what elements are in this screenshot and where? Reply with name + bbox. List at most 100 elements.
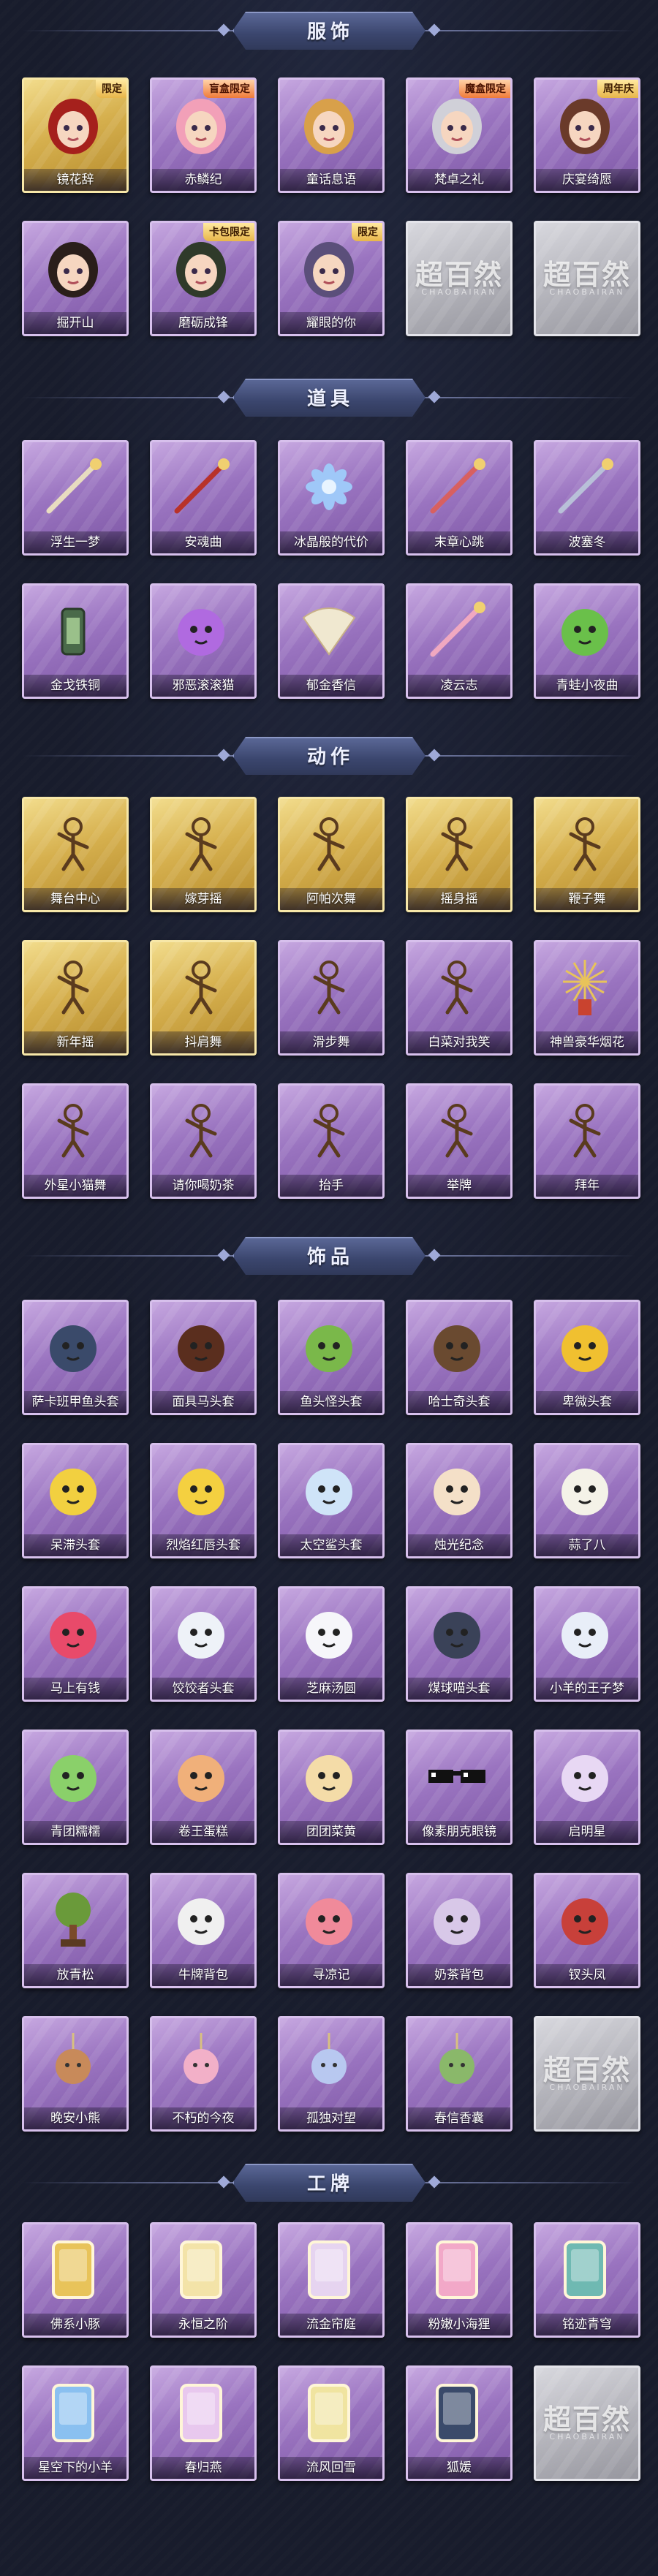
frog-icon xyxy=(551,596,619,664)
item-card[interactable]: 举牌 xyxy=(406,1083,513,1199)
item-card[interactable]: 团团菜黄 xyxy=(278,1730,385,1845)
item-card[interactable]: 春信香囊 xyxy=(406,2016,513,2132)
item-card[interactable]: 饺饺者头套 xyxy=(150,1586,257,1702)
item-card[interactable]: 请你喝奶茶 xyxy=(150,1083,257,1199)
item-card[interactable]: 钗头凤 xyxy=(534,1873,640,1988)
item-name: 波塞冬 xyxy=(536,531,638,553)
item-card[interactable]: 金戈铁铜 xyxy=(22,583,129,699)
item-card[interactable]: 马上有钱 xyxy=(22,1586,129,1702)
item-card[interactable]: 狐媛 xyxy=(406,2365,513,2481)
item-card[interactable]: 煤球喵头套 xyxy=(406,1586,513,1702)
item-card[interactable]: 芝麻汤圆 xyxy=(278,1586,385,1702)
firework-icon xyxy=(551,952,619,1021)
item-card[interactable]: 牛牌背包 xyxy=(150,1873,257,1988)
item-card[interactable]: 春归燕 xyxy=(150,2365,257,2481)
item-card[interactable]: 白菜对我笑 xyxy=(406,940,513,1056)
item-card[interactable]: 佛系小豚 xyxy=(22,2222,129,2338)
item-name: 佛系小豚 xyxy=(24,2314,126,2336)
item-card[interactable]: 卑微头套 xyxy=(534,1300,640,1415)
item-card[interactable]: 庆宴绮愿 周年庆 xyxy=(534,77,640,193)
item-name: 安魂曲 xyxy=(152,531,254,553)
item-card[interactable]: 邪恶滚滚猫 xyxy=(150,583,257,699)
placeholder-logo: 超百然 xyxy=(542,258,631,291)
item-card[interactable]: 寻凉记 xyxy=(278,1873,385,1988)
item-card[interactable]: 铭迹青穹 xyxy=(534,2222,640,2338)
item-card[interactable]: 烈焰红唇头套 xyxy=(150,1443,257,1558)
item-card[interactable]: 摇身摇 xyxy=(406,797,513,912)
item-card[interactable]: 哈士奇头套 xyxy=(406,1300,513,1415)
item-name: 永恒之阶 xyxy=(152,2314,254,2336)
item-card[interactable]: 冰晶般的代价 xyxy=(278,440,385,556)
item-card[interactable]: 鱼头怪头套 xyxy=(278,1300,385,1415)
item-card[interactable]: 流风回雪 xyxy=(278,2365,385,2481)
item-card[interactable]: 小羊的王子梦 xyxy=(534,1586,640,1702)
badge-frame-icon xyxy=(295,2235,363,2303)
item-card[interactable]: 掘开山 xyxy=(22,221,129,336)
section-title: 服饰 xyxy=(306,21,354,43)
item-card[interactable]: 浮生一梦 xyxy=(22,440,129,556)
item-card[interactable]: 耀眼的你 限定 xyxy=(278,221,385,336)
item-card[interactable]: 青团糯糯 xyxy=(22,1730,129,1845)
item-card[interactable]: 启明星 xyxy=(534,1730,640,1845)
purple-cat-icon xyxy=(167,596,235,664)
wand-icon xyxy=(423,452,491,521)
item-card[interactable]: 抖肩舞 xyxy=(150,940,257,1056)
item-name: 奶茶背包 xyxy=(408,1964,510,1986)
item-card[interactable]: 粉嫩小海狸 xyxy=(406,2222,513,2338)
item-card[interactable]: 奶茶背包 xyxy=(406,1873,513,1988)
item-card[interactable]: 赤鳞纪 盲盒限定 xyxy=(150,77,257,193)
item-card[interactable]: 磨砺成锋 卡包限定 xyxy=(150,221,257,336)
item-card[interactable]: 像素朋克眼镜 xyxy=(406,1730,513,1845)
item-card[interactable]: 烛光纪念 xyxy=(406,1443,513,1558)
item-card[interactable]: 安魂曲 xyxy=(150,440,257,556)
placeholder-logo: 超百然 xyxy=(542,2053,631,2086)
item-card[interactable]: 流金帘庭 xyxy=(278,2222,385,2338)
item-name: 梵卓之礼 xyxy=(408,169,510,191)
item-card[interactable]: 童话息语 xyxy=(278,77,385,193)
item-card[interactable]: 外星小猫舞 xyxy=(22,1083,129,1199)
pink-charm-icon xyxy=(167,2028,235,2097)
item-card[interactable]: 郁金香信 xyxy=(278,583,385,699)
item-name: 狐媛 xyxy=(408,2457,510,2479)
item-name: 赤鳞纪 xyxy=(152,169,254,191)
item-card[interactable]: 不朽的今夜 xyxy=(150,2016,257,2132)
item-card[interactable]: 呆滞头套 xyxy=(22,1443,129,1558)
placeholder-card: 超百然 CHAOBAIRAN xyxy=(534,2365,640,2481)
item-card[interactable]: 梵卓之礼 魔盒限定 xyxy=(406,77,513,193)
vampire-costume xyxy=(423,90,491,159)
item-card[interactable]: 舞台中心 xyxy=(22,797,129,912)
item-card[interactable]: 永恒之阶 xyxy=(150,2222,257,2338)
dazed-emoji-icon xyxy=(39,1455,107,1524)
diamond-ornament-icon xyxy=(428,390,441,404)
item-card[interactable]: 嫁芽摇 xyxy=(150,797,257,912)
item-card[interactable]: 阿帕次舞 xyxy=(278,797,385,912)
item-card[interactable]: 神兽豪华烟花 xyxy=(534,940,640,1056)
item-name: 面具马头套 xyxy=(152,1391,254,1413)
item-card[interactable]: 波塞冬 xyxy=(534,440,640,556)
item-card[interactable]: 萨卡班甲鱼头套 xyxy=(22,1300,129,1415)
item-card[interactable]: 新年摇 xyxy=(22,940,129,1056)
item-card[interactable]: 鞭子舞 xyxy=(534,797,640,912)
item-card[interactable]: 面具马头套 xyxy=(150,1300,257,1415)
feast-costume xyxy=(551,90,619,159)
item-card[interactable]: 卷王蛋糕 xyxy=(150,1730,257,1845)
item-name: 晚安小熊 xyxy=(24,2107,126,2129)
item-card[interactable]: 蒜了八 xyxy=(534,1443,640,1558)
item-card[interactable]: 太空鲨头套 xyxy=(278,1443,385,1558)
item-card[interactable]: 凌云志 xyxy=(406,583,513,699)
section-title-banner: 工牌 xyxy=(232,2164,426,2202)
placeholder-subtitle: CHAOBAIRAN xyxy=(421,287,497,297)
item-card[interactable]: 抬手 xyxy=(278,1083,385,1199)
item-card[interactable]: 青蛙小夜曲 xyxy=(534,583,640,699)
item-card[interactable]: 放青松 xyxy=(22,1873,129,1988)
badge-lilac-icon xyxy=(167,2378,235,2447)
item-card[interactable]: 末章心跳 xyxy=(406,440,513,556)
item-card[interactable]: 孤独对望 xyxy=(278,2016,385,2132)
item-name: 鞭子舞 xyxy=(536,888,638,910)
item-card[interactable]: 星空下的小羊 xyxy=(22,2365,129,2481)
item-card[interactable]: 晚安小熊 xyxy=(22,2016,129,2132)
item-card[interactable]: 镜花辞 限定 xyxy=(22,77,129,193)
item-card[interactable]: 滑步舞 xyxy=(278,940,385,1056)
phoenix-crown-icon xyxy=(551,1885,619,1954)
item-card[interactable]: 拜年 xyxy=(534,1083,640,1199)
